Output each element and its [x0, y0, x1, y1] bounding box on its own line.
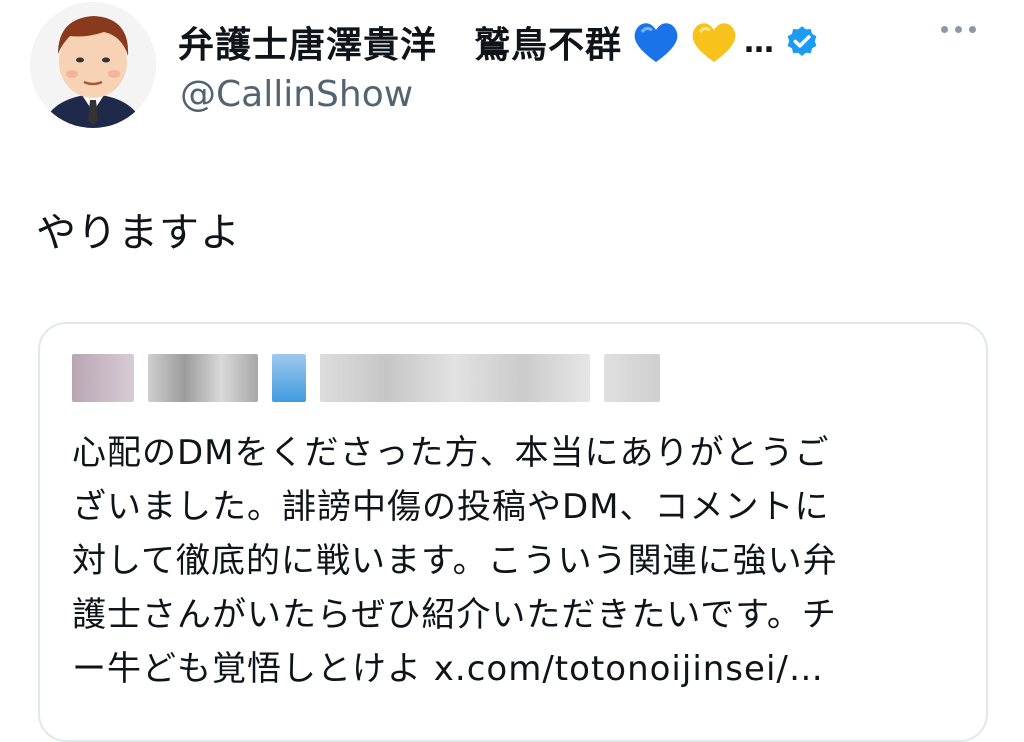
author-display-name[interactable]: 弁護士唐澤貴洋 鷲鳥不群	[178, 16, 622, 68]
more-options-icon[interactable]	[941, 26, 976, 33]
quoted-author-blurred	[72, 354, 660, 402]
blue-heart-icon	[632, 20, 680, 64]
blurred-handle	[320, 354, 590, 402]
name-ellipsis: …	[744, 24, 775, 60]
blurred-time	[604, 354, 660, 402]
blurred-avatar	[72, 354, 134, 402]
quoted-tweet-card[interactable]: 心配のDMをくださった方、本当にありがとうご ざいました。誹謗中傷の投稿やDM、…	[38, 322, 988, 742]
yellow-heart-icon	[690, 20, 738, 64]
author-header: 弁護士唐澤貴洋 鷲鳥不群 …	[178, 16, 820, 68]
author-handle[interactable]: @CallinShow	[180, 74, 413, 115]
quoted-text-line: 対して徹底的に戦います。こういう関連に強い弁	[72, 541, 838, 581]
avatar[interactable]	[30, 2, 156, 128]
quoted-tweet-text: 心配のDMをくださった方、本当にありがとうご ざいました。誹謗中傷の投稿やDM、…	[72, 426, 962, 696]
tweet-text: やりますよ	[36, 210, 241, 256]
quoted-text-line: ー牛ども覚悟しとけよ x.com/totonoijinsei/…	[72, 649, 824, 689]
verified-badge-icon[interactable]	[784, 24, 820, 60]
blurred-name	[148, 354, 258, 402]
quoted-text-line: ざいました。誹謗中傷の投稿やDM、コメントに	[72, 487, 830, 527]
avatar-illustration	[30, 2, 156, 128]
quoted-text-line: 護士さんがいたらぜひ紹介いただきたいです。チ	[72, 595, 837, 635]
quoted-text-line: 心配のDMをくださった方、本当にありがとうご	[72, 433, 830, 473]
blurred-badge	[272, 354, 306, 402]
